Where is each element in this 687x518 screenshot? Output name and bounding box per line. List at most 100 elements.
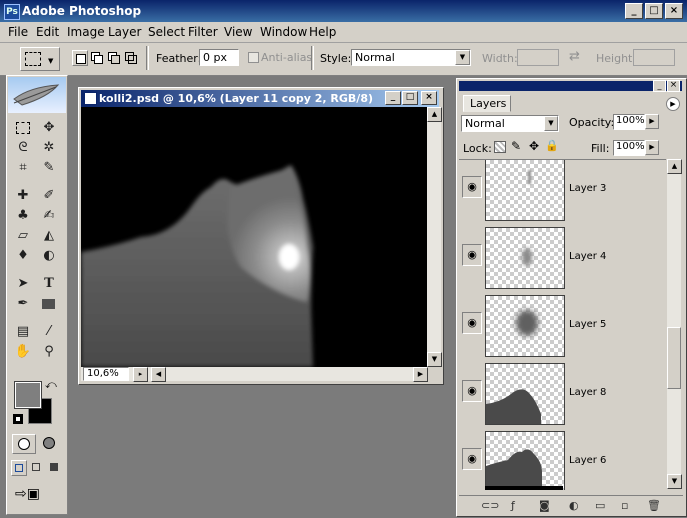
layer-row[interactable]: ◉ Layer 8: [459, 360, 666, 429]
new-group-icon[interactable]: ▭: [595, 499, 605, 512]
notes-tool[interactable]: ▤: [12, 322, 34, 342]
doc-maximize-button[interactable]: □: [402, 91, 418, 105]
menu-help[interactable]: Help: [309, 25, 336, 39]
lock-all-icon[interactable]: 🔒: [545, 139, 559, 152]
tool-preset-picker[interactable]: ▼: [20, 47, 60, 71]
standard-mode-button[interactable]: [12, 434, 36, 454]
scrollbar-thumb[interactable]: [667, 327, 681, 389]
scroll-up-icon[interactable]: ▲: [427, 107, 442, 122]
adobe-online-feather-button[interactable]: [8, 77, 66, 113]
scroll-left-icon[interactable]: ◀: [151, 367, 166, 382]
scroll-down-icon[interactable]: ▼: [427, 352, 442, 367]
height-input[interactable]: [633, 49, 675, 66]
fill-slider-button[interactable]: ▶: [645, 140, 659, 155]
hand-tool[interactable]: ✋: [12, 342, 34, 362]
lasso-tool[interactable]: ᘓ: [12, 138, 34, 158]
link-layers-icon[interactable]: ⊂⊃: [481, 499, 499, 512]
default-colors-icon[interactable]: [13, 414, 23, 424]
clone-stamp-tool[interactable]: ♣: [12, 206, 34, 226]
layer-row[interactable]: ◉ Layer 6: [459, 428, 666, 490]
opacity-slider-button[interactable]: ▶: [645, 114, 659, 129]
layer-row[interactable]: ◉ Layer 3: [459, 160, 666, 225]
style-select[interactable]: Normal ▼: [351, 49, 471, 66]
foreground-color-swatch[interactable]: [14, 381, 42, 409]
status-menu-icon[interactable]: ▸: [133, 367, 148, 382]
layer-row[interactable]: ◉ Layer 4: [459, 224, 666, 293]
anti-alias-checkbox[interactable]: [248, 52, 259, 63]
screen-mode-full-menu-button[interactable]: [29, 460, 43, 474]
menu-layer[interactable]: Layer: [108, 25, 141, 39]
subtract-selection-button[interactable]: [106, 50, 120, 64]
app-minimize-button[interactable]: _: [625, 3, 643, 19]
width-input[interactable]: [517, 49, 559, 66]
quick-mask-button[interactable]: [38, 434, 60, 452]
eyedropper-tool[interactable]: ⁄: [38, 322, 60, 342]
lock-position-icon[interactable]: ✥: [529, 139, 539, 153]
blend-mode-select[interactable]: Normal ▼: [461, 115, 559, 132]
history-brush-tool[interactable]: ✍: [38, 206, 60, 226]
panel-menu-icon[interactable]: ▶: [666, 97, 680, 111]
move-tool[interactable]: ✥: [38, 118, 60, 138]
zoom-level-field[interactable]: 10,6%: [83, 367, 129, 381]
eye-icon[interactable]: ◉: [462, 448, 482, 470]
opacity-input[interactable]: 100%: [613, 114, 645, 130]
menu-select[interactable]: Select: [148, 25, 185, 39]
feather-input[interactable]: 0 px: [199, 49, 239, 66]
swap-colors-icon[interactable]: ⤺: [45, 378, 57, 392]
menu-filter[interactable]: Filter: [188, 25, 218, 39]
screen-mode-full-button[interactable]: [47, 460, 61, 474]
layers-scrollbar[interactable]: ▲ ▼: [667, 159, 682, 489]
intersect-selection-button[interactable]: [123, 50, 137, 64]
blur-tool[interactable]: ◐: [38, 246, 60, 266]
eye-icon[interactable]: ◉: [462, 244, 482, 266]
layer-mask-icon[interactable]: ◙: [539, 499, 550, 512]
new-adjustment-layer-icon[interactable]: ◐: [569, 499, 579, 512]
delete-layer-icon[interactable]: 🗑: [647, 499, 661, 512]
screen-mode-standard-button[interactable]: [11, 460, 27, 476]
panel-minimize-button[interactable]: _: [653, 80, 666, 92]
panel-title-bar[interactable]: _ ×: [459, 80, 682, 92]
eye-icon[interactable]: ◉: [462, 176, 482, 198]
eye-icon[interactable]: ◉: [462, 312, 482, 334]
add-to-selection-button[interactable]: [89, 50, 103, 64]
lock-transparency-icon[interactable]: [494, 141, 506, 153]
image-canvas[interactable]: [81, 107, 427, 367]
slice-tool[interactable]: ✎: [38, 158, 60, 178]
marquee-tool[interactable]: [12, 118, 34, 138]
swap-dimensions-icon[interactable]: ⇄: [569, 49, 580, 64]
layer-style-icon[interactable]: ƒ: [511, 499, 515, 512]
healing-brush-tool[interactable]: ✚: [12, 186, 34, 206]
menu-window[interactable]: Window: [260, 25, 307, 39]
eye-icon[interactable]: ◉: [462, 380, 482, 402]
canvas-vertical-scrollbar[interactable]: ▲ ▼: [427, 107, 442, 367]
dodge-tool[interactable]: ♦: [12, 246, 34, 266]
menu-file[interactable]: File: [8, 25, 28, 39]
doc-minimize-button[interactable]: _: [385, 91, 401, 105]
brush-tool[interactable]: ✐: [38, 186, 60, 206]
path-selection-tool[interactable]: ➤: [12, 274, 34, 294]
lock-pixels-icon[interactable]: ✎: [511, 139, 521, 153]
paint-bucket-tool[interactable]: ◭: [38, 226, 60, 246]
new-layer-icon[interactable]: ▫: [621, 499, 628, 512]
type-tool[interactable]: T: [38, 274, 60, 294]
doc-close-button[interactable]: ×: [421, 91, 437, 105]
eraser-tool[interactable]: ▱: [12, 226, 34, 246]
scroll-down-icon[interactable]: ▼: [667, 474, 682, 489]
app-maximize-button[interactable]: □: [645, 3, 663, 19]
pen-tool[interactable]: ✒: [12, 294, 34, 314]
shape-tool[interactable]: [38, 294, 60, 314]
new-selection-button[interactable]: [72, 50, 88, 66]
menu-view[interactable]: View: [224, 25, 252, 39]
crop-tool[interactable]: ⌗: [12, 158, 34, 178]
menu-edit[interactable]: Edit: [36, 25, 59, 39]
panel-close-button[interactable]: ×: [667, 80, 680, 92]
document-title-bar[interactable]: kolli2.psd @ 10,6% (Layer 11 copy 2, RGB…: [81, 90, 439, 107]
scroll-up-icon[interactable]: ▲: [667, 159, 682, 174]
layer-row[interactable]: ◉ Layer 5: [459, 292, 666, 361]
fill-input[interactable]: 100%: [613, 140, 645, 156]
magic-wand-tool[interactable]: ✲: [38, 138, 60, 158]
menu-image[interactable]: Image: [67, 25, 105, 39]
tab-layers[interactable]: Layers: [463, 95, 511, 112]
zoom-tool[interactable]: ⚲: [38, 342, 60, 362]
app-close-button[interactable]: ×: [665, 3, 683, 19]
